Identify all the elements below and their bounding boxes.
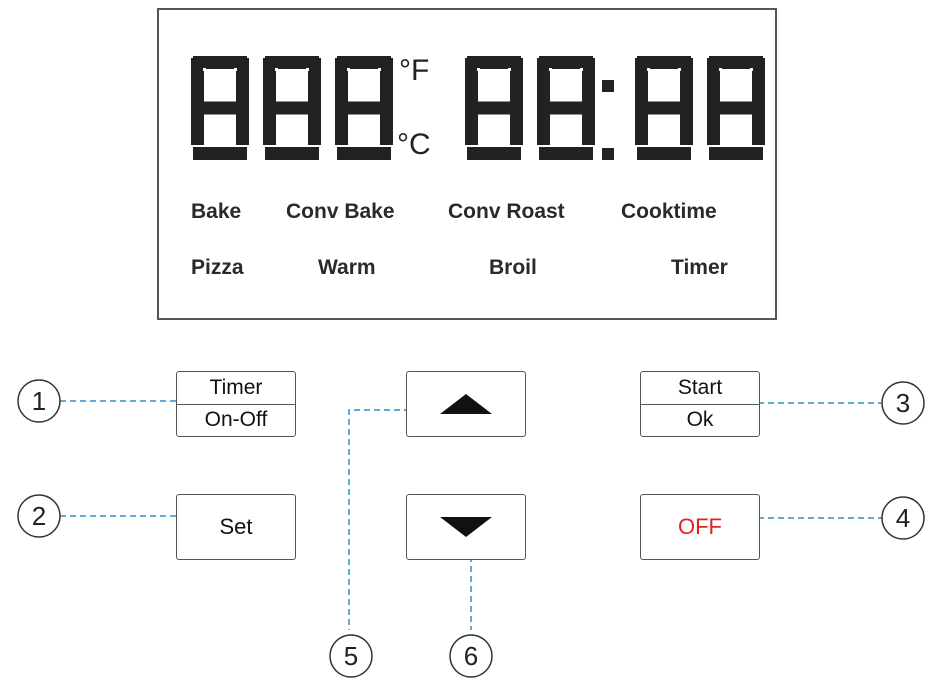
- timer-on-off-button[interactable]: Timer On-Off: [176, 371, 296, 437]
- set-label: Set: [219, 514, 253, 539]
- down-arrow-icon: [440, 517, 492, 537]
- up-button[interactable]: [406, 371, 526, 437]
- down-button[interactable]: [406, 494, 526, 560]
- ok-label: Ok: [686, 408, 714, 432]
- on-off-label: On-Off: [204, 408, 268, 432]
- callout-number-3: 3: [895, 388, 911, 418]
- callout-number-4: 4: [895, 503, 911, 533]
- off-button[interactable]: OFF: [640, 494, 760, 560]
- callout-number-6: 6: [463, 641, 479, 671]
- set-button[interactable]: Set: [176, 494, 296, 560]
- callout-number-1: 1: [31, 386, 47, 416]
- up-arrow-icon: [440, 394, 492, 414]
- start-ok-button[interactable]: Start Ok: [640, 371, 760, 437]
- callout-number-2: 2: [31, 501, 47, 531]
- timer-label: Timer: [177, 372, 295, 405]
- callout-number-5: 5: [343, 641, 359, 671]
- start-label: Start: [641, 372, 759, 405]
- off-label: OFF: [678, 514, 722, 539]
- callout-lines: [17, 379, 925, 678]
